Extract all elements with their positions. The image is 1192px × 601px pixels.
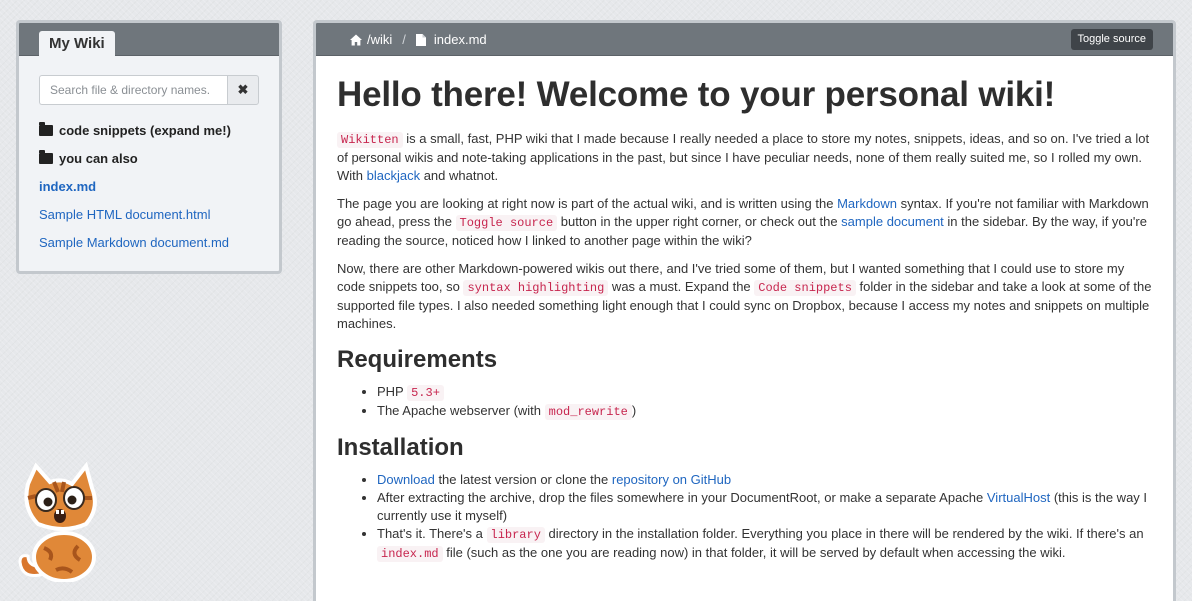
link-download[interactable]: Download: [377, 472, 435, 487]
main-header: /wiki / index.md Toggle source: [316, 23, 1173, 56]
search-box: ✖: [39, 75, 259, 105]
main-panel: /wiki / index.md Toggle source Hello the…: [313, 20, 1176, 601]
text: button in the upper right corner, or che…: [557, 214, 842, 229]
text: file (such as the one you are reading no…: [442, 545, 1066, 560]
tree-file: index.md: [39, 177, 269, 205]
requirements-list: PHP 5.3+ The Apache webserver (with mod_…: [377, 383, 1152, 421]
folder-icon: [39, 150, 53, 164]
heading-requirements: Requirements: [337, 346, 498, 373]
search-input[interactable]: [39, 75, 227, 105]
folder-icon: [39, 122, 53, 136]
text: The page you are looking at right now is…: [337, 196, 838, 211]
inline-code: Code snippets: [754, 280, 856, 296]
list-item: After extracting the archive, drop the f…: [377, 489, 1152, 525]
breadcrumb: /wiki / index.md: [350, 23, 487, 56]
text: After extracting the archive, drop the f…: [377, 490, 987, 505]
tree-folder[interactable]: you can also: [39, 149, 269, 177]
text: and whatnot.: [420, 168, 499, 183]
cat-mascot-icon: [18, 462, 97, 582]
breadcrumb-separator: /: [402, 32, 406, 47]
home-icon: [350, 34, 362, 45]
breadcrumb-wiki[interactable]: /wiki: [367, 32, 392, 47]
page-content: Hello there! Welcome to your personal wi…: [316, 56, 1173, 563]
tree-folder[interactable]: code snippets (expand me!): [39, 121, 269, 149]
text: the latest version or clone the: [434, 472, 612, 487]
installation-list: Download the latest version or clone the…: [377, 471, 1152, 563]
page-title: Hello there! Welcome to your personal wi…: [337, 75, 1056, 114]
inline-code: 5.3+: [407, 385, 444, 401]
list-item: Download the latest version or clone the…: [377, 471, 1152, 489]
heading-installation: Installation: [337, 434, 464, 461]
toggle-source-button[interactable]: Toggle source: [1070, 29, 1153, 50]
text: The Apache webserver (with: [377, 403, 545, 418]
paragraph-intro: Wikitten is a small, fast, PHP wiki that…: [337, 130, 1152, 185]
sidebar-header: My Wiki: [19, 23, 279, 57]
file-icon: [415, 33, 426, 46]
paragraph-markdown: The page you are looking at right now is…: [337, 195, 1152, 250]
tree-file-link[interactable]: Sample HTML document.html: [39, 205, 210, 225]
text: was a must. Expand the: [608, 279, 755, 294]
list-item: PHP 5.3+: [377, 383, 1152, 402]
tree-file: Sample HTML document.html: [39, 205, 269, 233]
tree-folder-label: code snippets (expand me!): [59, 123, 231, 138]
link-markdown[interactable]: Markdown: [837, 196, 897, 211]
file-tree: code snippets (expand me!) you can also …: [39, 121, 269, 261]
wiki-title[interactable]: My Wiki: [39, 31, 115, 57]
text: PHP: [377, 384, 408, 399]
inline-code: syntax highlighting: [463, 280, 609, 296]
close-icon[interactable]: ✖: [227, 75, 259, 105]
link-virtualhost[interactable]: VirtualHost: [987, 490, 1050, 505]
inline-code: Wikitten: [337, 132, 403, 148]
tree-folder-label: you can also: [59, 151, 138, 166]
sidebar: My Wiki ✖ code snippets (expand me!) you…: [16, 20, 282, 274]
inline-code: Toggle source: [455, 215, 558, 231]
link-sample-document[interactable]: sample document: [841, 214, 944, 229]
text: That's it. There's a: [377, 526, 487, 541]
list-item: The Apache webserver (with mod_rewrite): [377, 402, 1152, 421]
inline-code: index.md: [377, 546, 443, 562]
text: directory in the installation folder. Ev…: [544, 526, 1144, 541]
tree-file: Sample Markdown document.md: [39, 233, 269, 261]
text: ): [631, 403, 637, 418]
tree-file-link[interactable]: index.md: [39, 177, 96, 197]
link-blackjack[interactable]: blackjack: [367, 168, 420, 183]
breadcrumb-file: index.md: [433, 32, 487, 47]
tree-file-link[interactable]: Sample Markdown document.md: [39, 233, 229, 253]
list-item: That's it. There's a library directory i…: [377, 525, 1152, 563]
link-github[interactable]: repository on GitHub: [612, 472, 731, 487]
inline-code: mod_rewrite: [544, 404, 632, 420]
inline-code: library: [486, 527, 545, 543]
paragraph-others: Now, there are other Markdown-powered wi…: [337, 260, 1152, 333]
